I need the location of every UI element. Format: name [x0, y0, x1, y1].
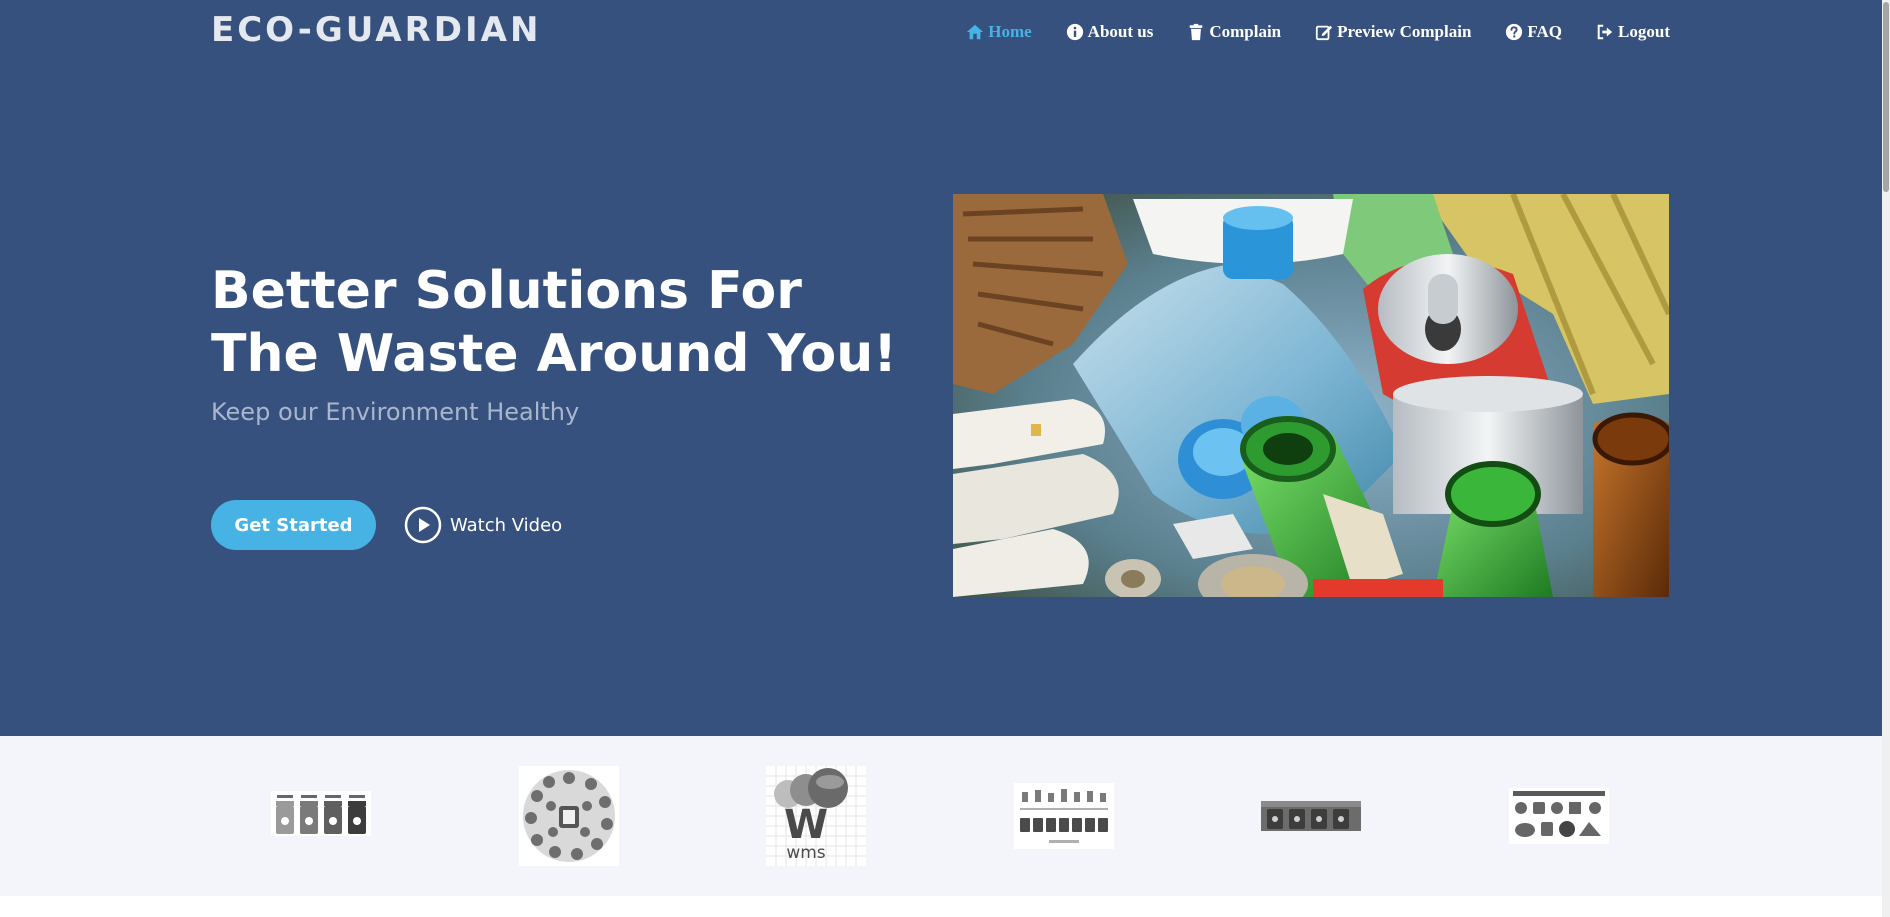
hero-image [953, 194, 1669, 597]
wms-letter: W [784, 802, 828, 848]
clients-strip: W wms [0, 736, 1890, 896]
nav-item-label: Complain [1209, 22, 1282, 41]
nav-item-label: Home [988, 22, 1032, 41]
home-icon [967, 24, 984, 40]
garbage-bins-banner-logo [1261, 801, 1361, 831]
question-circle-icon [1506, 23, 1523, 41]
client-logo-2 [519, 766, 619, 866]
scrollbar-thumb[interactable] [1883, 2, 1889, 192]
hero-title: Better Solutions For The Waste Around Yo… [211, 261, 897, 384]
client-logo-4 [1014, 766, 1114, 866]
nav-item-label: Logout [1618, 22, 1670, 41]
main-nav: Home About us Complain Preview Complain … [966, 21, 1670, 43]
waste-sorting-chart-logo [1014, 783, 1114, 849]
recycling-bins-logo [271, 791, 371, 836]
nav-item-home[interactable]: Home [966, 22, 1032, 42]
hero-section: ECO-GUARDIAN Home About us Complain Prev… [0, 0, 1890, 736]
client-logo-5 [1261, 766, 1361, 866]
client-logo-6 [1509, 766, 1609, 866]
wms-logo: W wms [766, 766, 866, 866]
edit-icon [1316, 25, 1333, 41]
play-circle-icon [404, 506, 442, 544]
brand-logo[interactable]: ECO-GUARDIAN [211, 10, 541, 50]
wms-text: wms [786, 843, 825, 863]
watch-video-button[interactable]: Watch Video [404, 506, 562, 544]
logout-icon [1597, 24, 1613, 40]
get-started-button[interactable]: Get Started [211, 500, 376, 550]
client-logo-1 [271, 766, 371, 866]
recyclable-waste-photo [953, 194, 1669, 597]
info-circle-icon [1066, 23, 1083, 41]
nav-item-about[interactable]: About us [1066, 22, 1154, 42]
nav-item-complain[interactable]: Complain [1187, 22, 1281, 42]
nav-item-label: Preview Complain [1337, 22, 1472, 41]
nav-item-label: FAQ [1527, 22, 1563, 41]
nav-item-logout[interactable]: Logout [1596, 22, 1670, 42]
client-logo-3: W wms [766, 766, 866, 866]
nav-item-preview-complain[interactable]: Preview Complain [1315, 22, 1471, 42]
page-scrollbar[interactable] [1882, 0, 1890, 917]
watch-video-label: Watch Video [450, 514, 563, 536]
nav-item-label: About us [1087, 22, 1154, 41]
hero-subtitle: Keep our Environment Healthy [211, 398, 580, 426]
trash-icon [1190, 23, 1203, 41]
nav-item-faq[interactable]: FAQ [1505, 22, 1562, 42]
waste-types-chart-logo [1509, 788, 1609, 844]
eco-circle-icons-logo [519, 766, 619, 866]
